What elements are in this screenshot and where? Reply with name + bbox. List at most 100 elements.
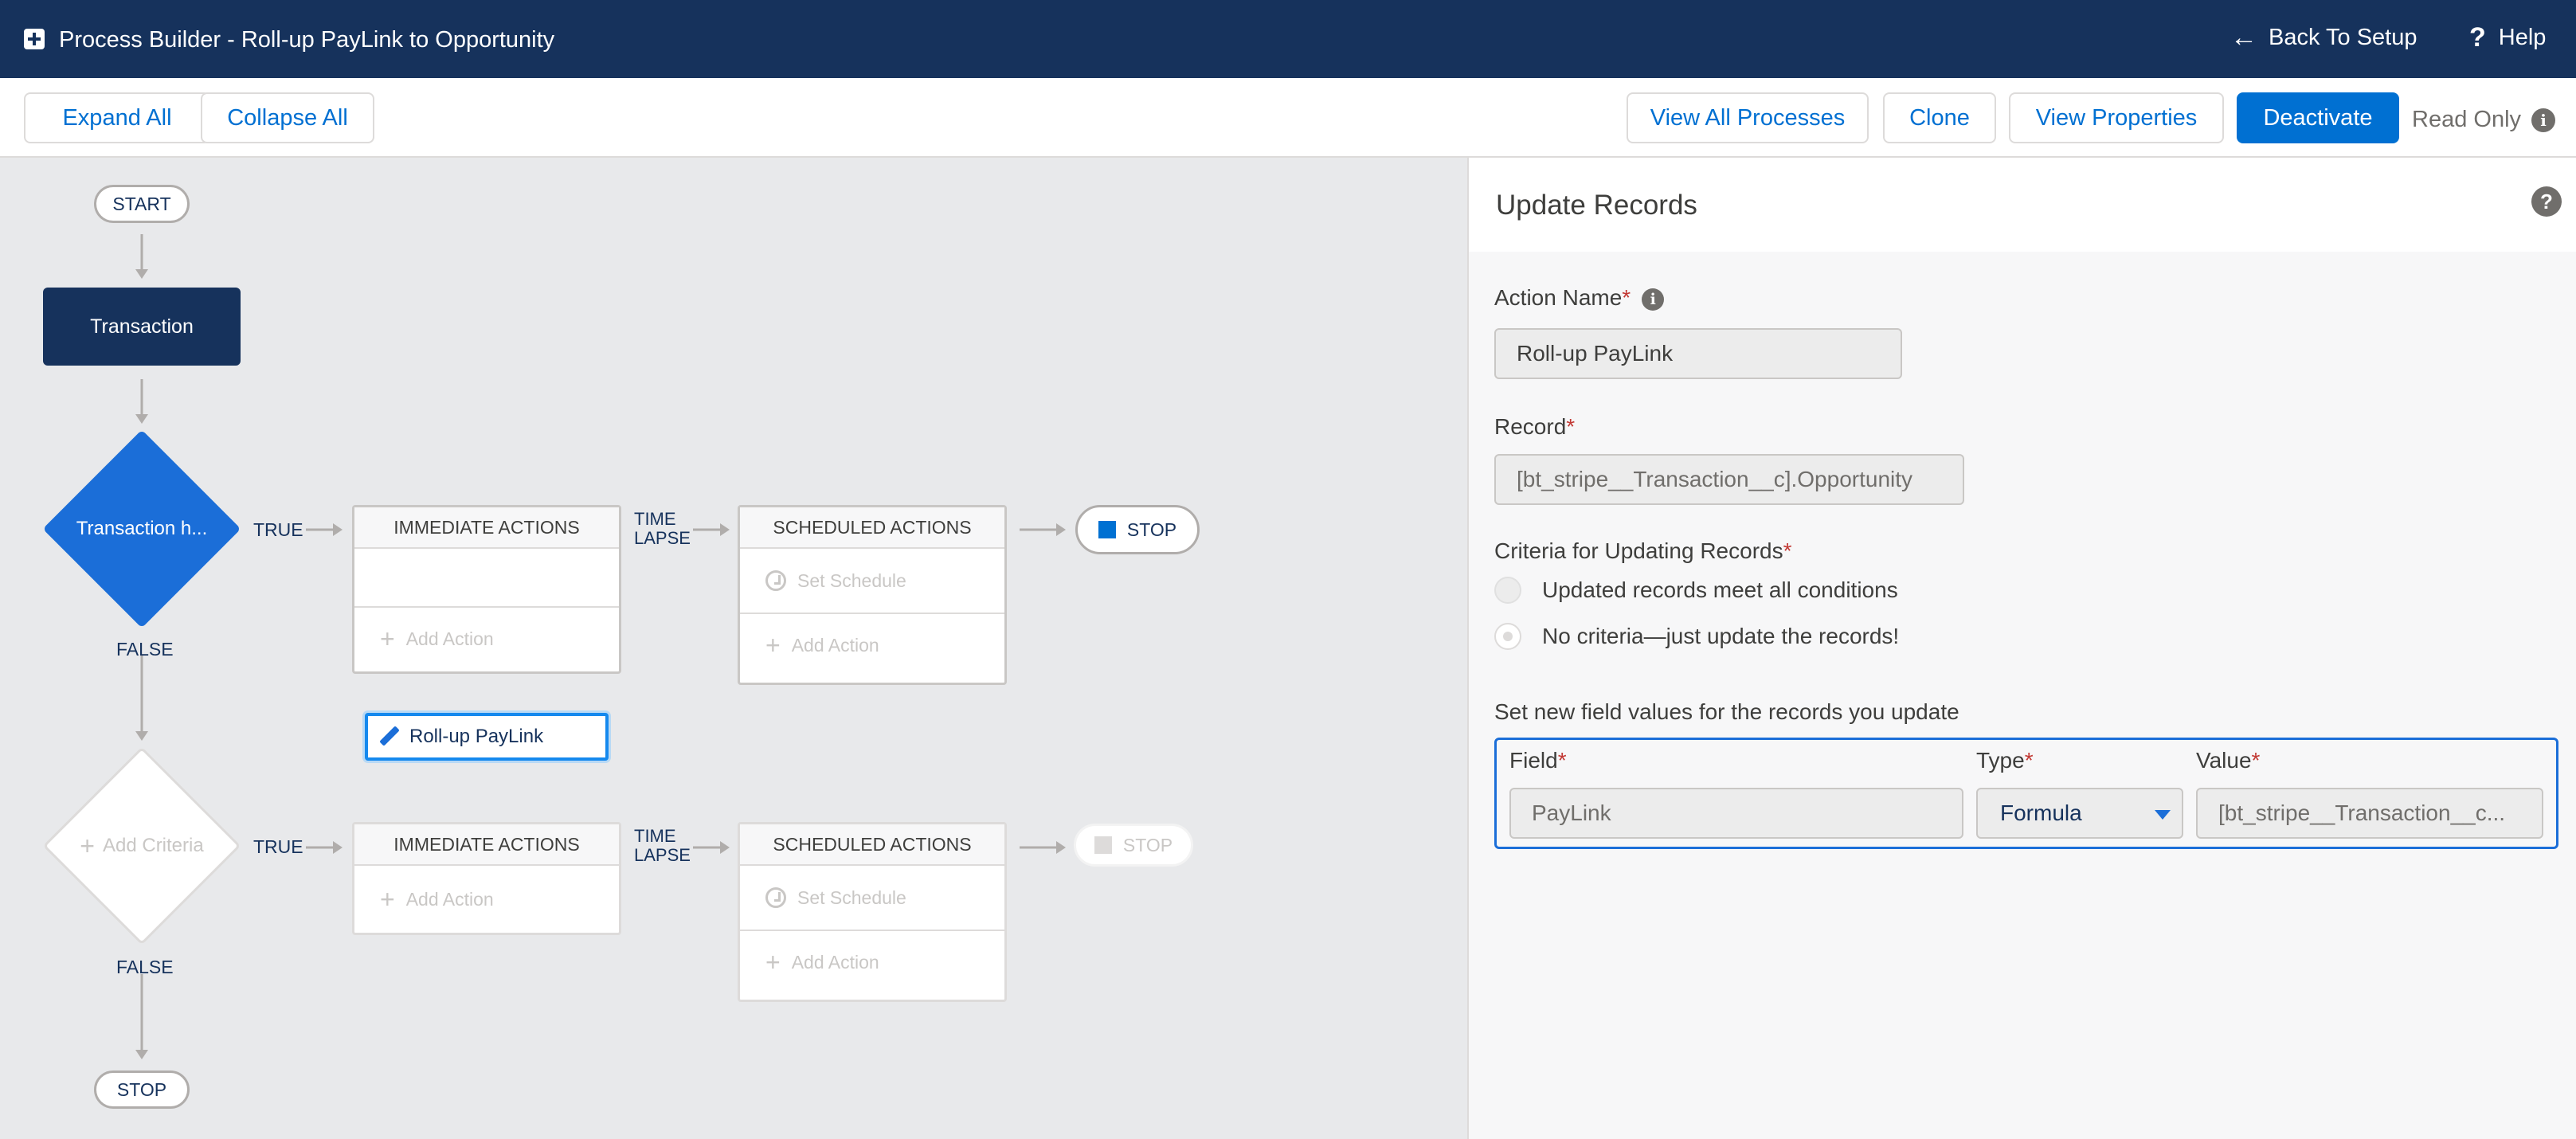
- immediate-actions-box-2: IMMEDIATE ACTIONS + Add Action: [352, 822, 621, 935]
- record-label-text: Record: [1494, 414, 1567, 439]
- add-action-button[interactable]: + Add Action: [740, 613, 1004, 676]
- record-label: Record*: [1494, 414, 1575, 440]
- stop-node-1: STOP: [1075, 505, 1200, 554]
- type-column-label: Type: [1976, 748, 2025, 773]
- field-column-header: Field*: [1509, 748, 1567, 773]
- plus-icon: +: [380, 885, 395, 914]
- clock-icon: [765, 570, 786, 591]
- stop-node-2: STOP: [1074, 824, 1193, 867]
- required-marker: *: [2024, 748, 2034, 773]
- selected-action-item[interactable]: Roll-up PayLink: [365, 713, 609, 761]
- field-input[interactable]: PayLink: [1509, 788, 1963, 839]
- help-link[interactable]: ? Help: [2469, 24, 2546, 51]
- page-title: Process Builder - Roll-up PayLink to Opp…: [59, 27, 555, 53]
- value-input[interactable]: [bt_stripe__Transaction__c...: [2196, 788, 2543, 839]
- add-action-label: Add Action: [791, 634, 879, 656]
- field-assignment-row: Field* Type* Value* PayLink Formula [bt_…: [1494, 738, 2558, 849]
- view-properties-button[interactable]: View Properties: [2009, 92, 2224, 143]
- back-to-setup-link[interactable]: ← Back To Setup: [2230, 24, 2417, 51]
- panel-title: Update Records: [1496, 190, 1697, 221]
- set-schedule-button[interactable]: Set Schedule: [740, 866, 1004, 930]
- criteria-label-text: Criteria for Updating Records: [1494, 538, 1783, 563]
- required-marker: *: [1566, 414, 1576, 439]
- scheduled-actions-box-1: SCHEDULED ACTIONS Set Schedule + Add Act…: [738, 505, 1007, 685]
- immediate-actions-box-1: IMMEDIATE ACTIONS + Add Action: [352, 505, 621, 674]
- add-action-button[interactable]: + Add Action: [354, 606, 619, 670]
- add-criteria-label: Add Criteria: [102, 835, 204, 856]
- start-node: START: [94, 185, 190, 223]
- action-name-label: Action Name* i: [1494, 285, 1665, 311]
- immediate-actions-header: IMMEDIATE ACTIONS: [354, 507, 619, 549]
- time-lapse-line1: TIME: [634, 826, 676, 846]
- panel-header: Update Records ?: [1469, 158, 2576, 252]
- process-builder-icon: [24, 29, 45, 49]
- collapse-all-button[interactable]: Collapse All: [201, 92, 374, 143]
- required-marker: *: [1622, 285, 1631, 310]
- record-field[interactable]: [bt_stripe__Transaction__c].Opportunity: [1494, 454, 1964, 505]
- plus-icon: +: [380, 624, 395, 653]
- question-icon[interactable]: ?: [2531, 186, 2562, 217]
- app-header: Process Builder - Roll-up PayLink to Opp…: [0, 0, 2576, 78]
- time-lapse-line2: LAPSE: [634, 845, 691, 865]
- stop-square-icon: [1094, 836, 1112, 854]
- action-name-label-text: Action Name: [1494, 285, 1623, 310]
- add-action-label: Add Action: [405, 628, 494, 649]
- help-label: Help: [2498, 24, 2547, 50]
- add-action-label: Add Action: [791, 951, 879, 973]
- info-icon[interactable]: i: [1642, 288, 1665, 311]
- criteria-option-2[interactable]: No criteria—just update the records!: [1494, 623, 1899, 650]
- chevron-down-icon: [2155, 810, 2171, 820]
- properties-panel: Update Records ? Action Name* i Roll-up P…: [1467, 158, 2576, 1139]
- stop-label: STOP: [1122, 834, 1173, 855]
- toolbar: Expand All Collapse All View All Process…: [0, 78, 2576, 158]
- criteria-node-1-label: Transaction h...: [76, 518, 208, 539]
- read-only-label: Read Only: [2412, 107, 2522, 132]
- deactivate-button[interactable]: Deactivate: [2237, 92, 2399, 143]
- true-label-2: TRUE: [253, 836, 303, 857]
- set-schedule-button[interactable]: Set Schedule: [740, 549, 1004, 613]
- selected-action-label: Roll-up PayLink: [409, 726, 544, 747]
- scheduled-actions-box-2: SCHEDULED ACTIONS Set Schedule + Add Act…: [738, 822, 1007, 1002]
- add-criteria-button[interactable]: + Add Criteria: [46, 830, 237, 862]
- action-name-field[interactable]: Roll-up PayLink: [1494, 328, 1902, 379]
- arrow-left-icon: ←: [2230, 22, 2257, 53]
- radio-button-selected[interactable]: [1494, 623, 1521, 650]
- back-to-setup-label: Back To Setup: [2269, 24, 2417, 50]
- type-select[interactable]: Formula: [1976, 788, 2183, 839]
- set-schedule-label: Set Schedule: [797, 887, 906, 908]
- type-column-header: Type*: [1976, 748, 2034, 773]
- false-label-1: FALSE: [116, 639, 174, 660]
- add-action-label: Add Action: [405, 888, 494, 910]
- radio-button[interactable]: [1494, 577, 1521, 604]
- time-lapse-label-2: TIME LAPSE: [634, 827, 691, 865]
- set-values-label: Set new field values for the records you…: [1494, 699, 1959, 724]
- set-schedule-label: Set Schedule: [797, 570, 906, 591]
- criteria-option-1-label: Updated records meet all conditions: [1542, 577, 1898, 602]
- plus-icon: +: [765, 631, 781, 660]
- clock-icon: [765, 887, 786, 908]
- view-all-processes-button[interactable]: View All Processes: [1627, 92, 1869, 143]
- object-node[interactable]: Transaction: [43, 288, 241, 366]
- add-action-button[interactable]: + Add Action: [740, 930, 1004, 993]
- time-lapse-line1: TIME: [634, 509, 676, 529]
- required-marker: *: [1783, 538, 1792, 563]
- add-action-button[interactable]: + Add Action: [354, 866, 619, 933]
- expand-all-button[interactable]: Expand All: [24, 92, 210, 143]
- scheduled-actions-header: SCHEDULED ACTIONS: [740, 507, 1004, 549]
- time-lapse-line2: LAPSE: [634, 528, 691, 548]
- scheduled-actions-header: SCHEDULED ACTIONS: [740, 824, 1004, 866]
- clone-button[interactable]: Clone: [1883, 92, 1996, 143]
- true-label-1: TRUE: [253, 519, 303, 540]
- type-select-value: Formula: [2000, 800, 2082, 825]
- stop-label: STOP: [1126, 519, 1177, 540]
- required-marker: *: [1557, 748, 1567, 773]
- plus-icon: +: [765, 948, 781, 977]
- stop-node-end: STOP: [94, 1071, 190, 1109]
- criteria-option-1[interactable]: Updated records meet all conditions: [1494, 577, 1898, 604]
- question-icon: ?: [2469, 22, 2486, 53]
- required-marker: *: [2251, 748, 2261, 773]
- info-icon[interactable]: i: [2531, 108, 2555, 132]
- time-lapse-label-1: TIME LAPSE: [634, 510, 691, 548]
- value-column-header: Value*: [2196, 748, 2260, 773]
- immediate-actions-header: IMMEDIATE ACTIONS: [354, 824, 619, 866]
